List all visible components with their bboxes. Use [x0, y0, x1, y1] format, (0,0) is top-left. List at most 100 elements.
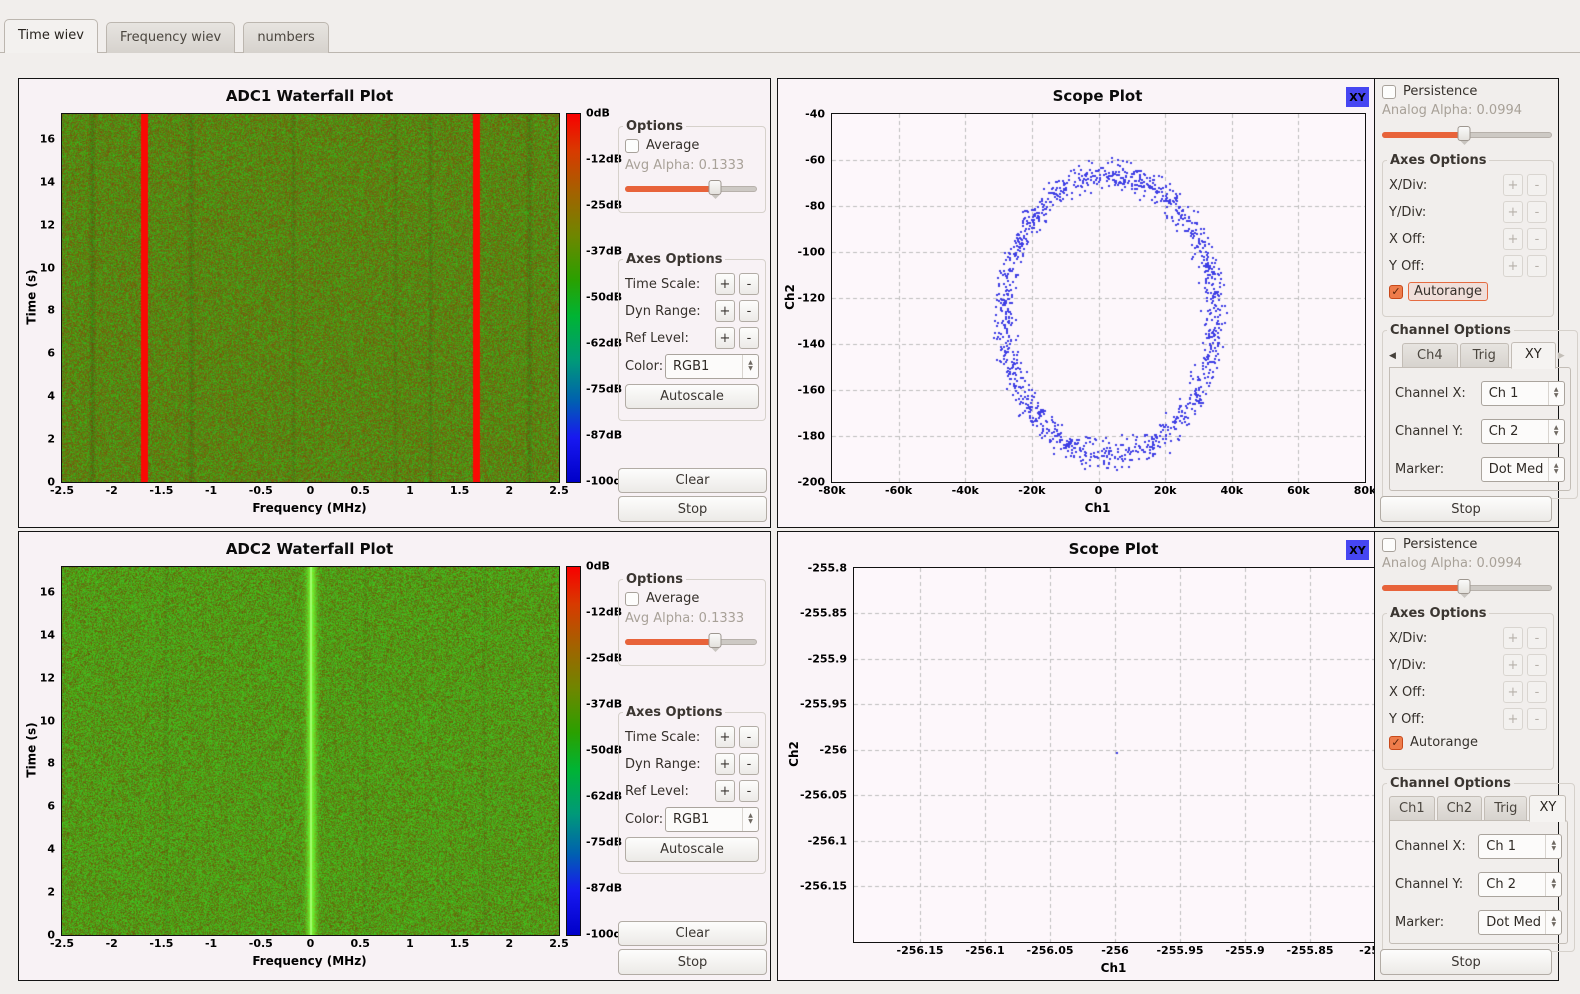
slider-handle[interactable] — [708, 180, 721, 195]
spin-down-icon[interactable]: ▼ — [748, 366, 753, 372]
ydiv-increase-button[interactable]: + — [1503, 654, 1523, 676]
checkbox-box[interactable]: ✓ — [1389, 736, 1403, 750]
channel-x-spinbox[interactable]: Ch 1 ▲ ▼ — [1481, 381, 1565, 406]
xdiv-increase-button[interactable]: + — [1503, 627, 1523, 649]
dyn-range-decrease-button[interactable]: - — [739, 300, 759, 322]
spinner-arrows[interactable]: ▲ ▼ — [1548, 382, 1564, 405]
spinner-arrows[interactable]: ▲ ▼ — [742, 355, 758, 378]
yoff-decrease-button[interactable]: - — [1527, 255, 1547, 277]
channel-y-spinbox[interactable]: Ch 2 ▲ ▼ — [1481, 419, 1565, 444]
ref-level-increase-button[interactable]: + — [715, 327, 735, 349]
ref-level-decrease-button[interactable]: - — [739, 780, 759, 802]
marker-spinbox[interactable]: Dot Med ▲ ▼ — [1478, 910, 1562, 935]
tab-trig[interactable]: Trig — [1484, 796, 1527, 821]
checkbox-box[interactable] — [1382, 85, 1396, 99]
tab-xy[interactable]: XY — [1529, 795, 1566, 822]
persistence-checkbox[interactable]: Persistence — [1382, 537, 1554, 552]
tab-time-wiev[interactable]: Time wiev — [4, 19, 98, 53]
average-checkbox[interactable]: Average — [625, 591, 759, 606]
persistence-checkbox[interactable]: Persistence — [1382, 84, 1554, 99]
spinner-arrows[interactable]: ▲ ▼ — [1545, 873, 1561, 896]
autorange-checkbox[interactable]: ✓ Autorange — [1389, 282, 1547, 301]
analog-alpha-slider[interactable] — [1382, 126, 1552, 142]
ydiv-decrease-button[interactable]: - — [1527, 654, 1547, 676]
stop-button[interactable]: Stop — [618, 949, 767, 975]
checkbox-box[interactable] — [625, 592, 639, 606]
channel-x-spinbox[interactable]: Ch 1 ▲ ▼ — [1478, 834, 1562, 859]
waterfall-heatmap-canvas[interactable] — [61, 566, 560, 936]
spinner-arrows[interactable]: ▲ ▼ — [1548, 420, 1564, 443]
xoff-increase-button[interactable]: + — [1503, 681, 1523, 703]
x-tick-label: 2 — [505, 937, 513, 950]
tab-frequency-wiev[interactable]: Frequency wiev — [106, 22, 235, 53]
checkbox-box[interactable]: ✓ — [1389, 285, 1403, 299]
spinner-arrows[interactable]: ▲ ▼ — [742, 808, 758, 831]
scope-plot-canvas[interactable] — [853, 567, 1375, 943]
xdiv-decrease-button[interactable]: - — [1527, 627, 1547, 649]
color-spinbox[interactable]: RGB1 ▲ ▼ — [665, 807, 759, 832]
waterfall-heatmap-canvas[interactable] — [61, 113, 560, 483]
y-tick-label: 2 — [47, 886, 55, 899]
analog-alpha-slider[interactable] — [1382, 579, 1552, 595]
clear-button[interactable]: Clear — [618, 468, 767, 493]
tab-ch2[interactable]: Ch2 — [1437, 796, 1483, 821]
spin-down-icon[interactable]: ▼ — [1554, 431, 1559, 437]
avg-alpha-slider[interactable] — [625, 633, 757, 649]
slider-handle[interactable] — [1457, 126, 1470, 141]
slider-handle[interactable] — [1457, 579, 1470, 594]
ref-level-increase-button[interactable]: + — [715, 780, 735, 802]
spinner-arrows[interactable]: ▲ ▼ — [1545, 911, 1561, 934]
spin-down-icon[interactable]: ▼ — [1551, 846, 1556, 852]
ydiv-increase-button[interactable]: + — [1503, 201, 1523, 223]
scroll-left-button[interactable]: ◀ — [1389, 351, 1402, 368]
spinner-arrows[interactable]: ▲ ▼ — [1548, 458, 1564, 481]
x-tick-label: 0 — [307, 937, 315, 950]
time-scale-decrease-button[interactable]: - — [739, 273, 759, 295]
scroll-right-button[interactable]: ▶ — [1558, 351, 1571, 368]
dyn-range-increase-button[interactable]: + — [715, 300, 735, 322]
ref-level-decrease-button[interactable]: - — [739, 327, 759, 349]
average-checkbox[interactable]: Average — [625, 138, 759, 153]
checkbox-box[interactable] — [625, 139, 639, 153]
tab-numbers[interactable]: numbers — [243, 22, 329, 53]
xdiv-increase-button[interactable]: + — [1503, 174, 1523, 196]
stop-button[interactable]: Stop — [1380, 496, 1552, 522]
tab-ch1[interactable]: Ch1 — [1389, 796, 1435, 821]
clear-button[interactable]: Clear — [618, 921, 767, 946]
xoff-decrease-button[interactable]: - — [1527, 681, 1547, 703]
scope-plot-canvas[interactable] — [831, 113, 1366, 483]
stop-button[interactable]: Stop — [618, 496, 767, 522]
yoff-decrease-button[interactable]: - — [1527, 708, 1547, 730]
time-scale-increase-button[interactable]: + — [715, 273, 735, 295]
marker-spinbox[interactable]: Dot Med ▲ ▼ — [1481, 457, 1565, 482]
spin-down-icon[interactable]: ▼ — [1554, 469, 1559, 475]
autoscale-button[interactable]: Autoscale — [625, 384, 759, 409]
time-scale-decrease-button[interactable]: - — [739, 726, 759, 748]
color-spinbox[interactable]: RGB1 ▲ ▼ — [665, 354, 759, 379]
tab-ch4[interactable]: Ch4 — [1402, 343, 1458, 368]
spin-down-icon[interactable]: ▼ — [748, 819, 753, 825]
checkbox-box[interactable] — [1382, 538, 1396, 552]
xdiv-decrease-button[interactable]: - — [1527, 174, 1547, 196]
avg-alpha-slider[interactable] — [625, 180, 757, 196]
yoff-increase-button[interactable]: + — [1503, 708, 1523, 730]
stop-button[interactable]: Stop — [1380, 949, 1552, 975]
dyn-range-decrease-button[interactable]: - — [739, 753, 759, 775]
y-tick-label: -256.1 — [808, 834, 847, 847]
slider-handle[interactable] — [708, 633, 721, 648]
autorange-checkbox[interactable]: ✓ Autorange — [1389, 735, 1547, 750]
spin-down-icon[interactable]: ▼ — [1551, 884, 1556, 890]
tab-xy[interactable]: XY — [1511, 342, 1556, 369]
time-scale-increase-button[interactable]: + — [715, 726, 735, 748]
channel-y-spinbox[interactable]: Ch 2 ▲ ▼ — [1478, 872, 1562, 897]
xoff-increase-button[interactable]: + — [1503, 228, 1523, 250]
xoff-decrease-button[interactable]: - — [1527, 228, 1547, 250]
spinner-arrows[interactable]: ▲ ▼ — [1545, 835, 1561, 858]
yoff-increase-button[interactable]: + — [1503, 255, 1523, 277]
spin-down-icon[interactable]: ▼ — [1551, 922, 1556, 928]
tab-trig[interactable]: Trig — [1460, 343, 1509, 368]
spin-down-icon[interactable]: ▼ — [1554, 393, 1559, 399]
ydiv-decrease-button[interactable]: - — [1527, 201, 1547, 223]
dyn-range-increase-button[interactable]: + — [715, 753, 735, 775]
autoscale-button[interactable]: Autoscale — [625, 837, 759, 862]
